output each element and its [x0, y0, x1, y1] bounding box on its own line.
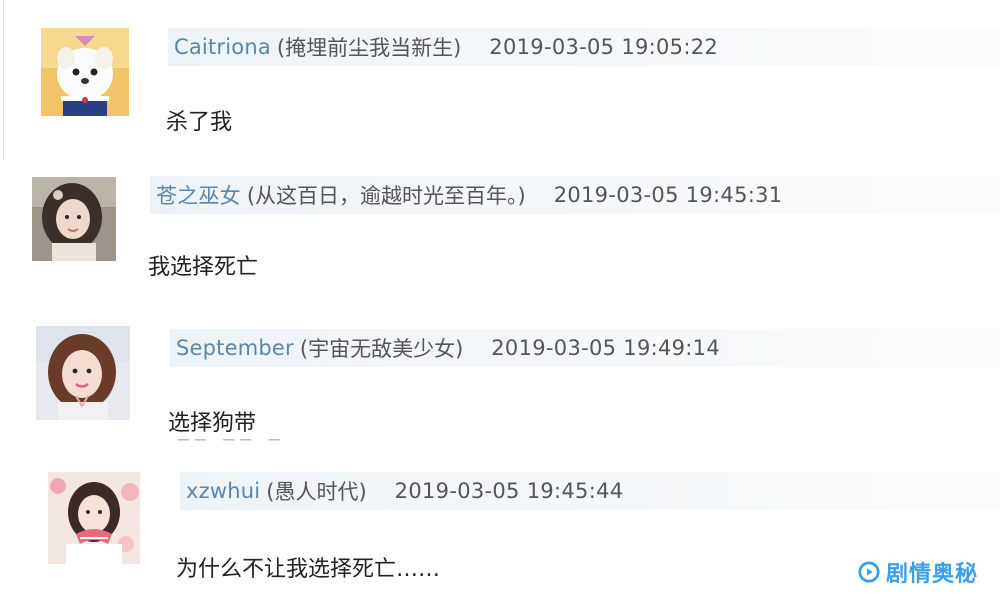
- user-nickname: (愚人时代): [266, 480, 367, 504]
- username-link[interactable]: xzwhui: [186, 479, 260, 503]
- comment-timestamp: 2019-03-05 19:05:22: [489, 35, 719, 59]
- username-link[interactable]: Caitriona: [174, 35, 271, 59]
- play-circle-icon: [858, 561, 880, 583]
- username-link[interactable]: September: [176, 336, 294, 360]
- comment-message: 杀了我: [166, 110, 233, 135]
- comment-message: 我选择死亡: [148, 255, 259, 280]
- comment-header: September (宇宙无敌美少女) 2019-03-05 19:49:14: [170, 329, 1000, 367]
- girl-portrait-avatar-icon[interactable]: [32, 177, 116, 261]
- comment-header: xzwhui (愚人时代) 2019-03-05 19:45:44: [180, 472, 1000, 510]
- comment-timestamp: 2019-03-05 19:49:14: [491, 336, 720, 360]
- watermark-logo: 剧情奥秘: [858, 556, 978, 588]
- girl-with-flowers-avatar-icon[interactable]: [48, 472, 140, 564]
- girl-portrait-avatar-icon[interactable]: [36, 326, 130, 420]
- comment-header: 苍之巫女 (从这百日，逾越时光至百年。) 2019-03-05 19:45:31: [150, 176, 1000, 214]
- comment-timestamp: 2019-03-05 19:45:31: [553, 183, 783, 207]
- user-nickname: (从这百日，逾越时光至百年。): [246, 184, 526, 208]
- watermark-label: 剧情奥秘: [885, 562, 978, 587]
- white-puppy-avatar-icon[interactable]: [41, 28, 129, 116]
- comment-message: 为什么不让我选择死亡……: [176, 557, 441, 582]
- comment-timestamp: 2019-03-05 19:45:44: [394, 479, 624, 503]
- user-nickname: (宇宙无敌美少女): [299, 337, 464, 361]
- comment-header: Caitriona (掩埋前尘我当新生) 2019-03-05 19:05:22: [168, 28, 1000, 66]
- faded-text-artifact: ── ── ─: [178, 430, 286, 451]
- left-divider: [3, 0, 4, 160]
- username-link[interactable]: 苍之巫女: [156, 180, 241, 210]
- user-nickname: (掩埋前尘我当新生): [276, 36, 462, 60]
